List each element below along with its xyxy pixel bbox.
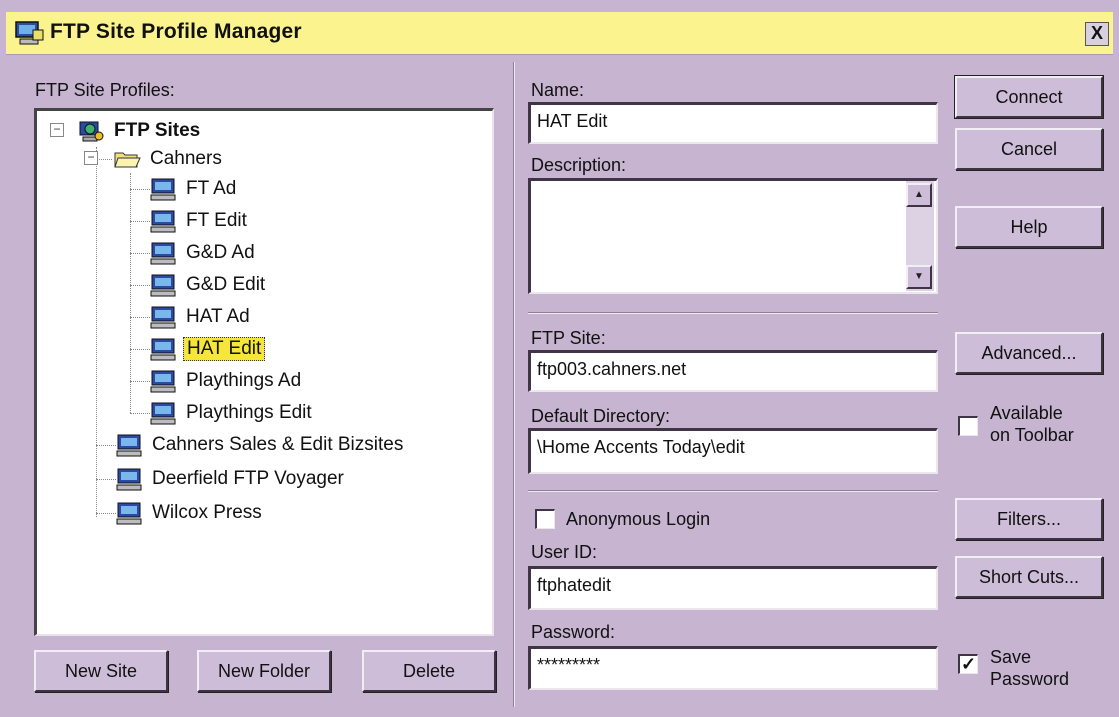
tree-item-cahners-sales[interactable]: Cahners Sales & Edit Bizsites [115,431,406,459]
separator [528,312,938,314]
computer-icon [150,306,176,329]
tree-connector [130,221,150,222]
tree-item-gd-edit[interactable]: G&D Edit [149,271,268,299]
tree-connector [130,413,150,414]
profiles-label: FTP Site Profiles: [35,80,175,100]
ftp-profile-manager-dialog: FTP Site Profile Manager X FTP Site Prof… [0,0,1119,717]
tree-connector [96,513,116,514]
tree-connector [130,317,150,318]
help-button[interactable]: Help [955,206,1103,248]
available-toolbar-label-line1: Available [990,403,1063,423]
available-toolbar-checkbox[interactable] [958,416,978,436]
tree-item-wilcox[interactable]: Wilcox Press [115,499,265,527]
collapse-toggle-cahners[interactable]: − [84,151,98,165]
save-password-checkbox[interactable]: ✓ [958,654,978,674]
delete-button[interactable]: Delete [362,650,496,692]
cancel-button[interactable]: Cancel [955,128,1103,170]
tree-item-hat-ad[interactable]: HAT Ad [149,303,253,331]
computer-icon [150,274,176,297]
userid-label: User ID: [531,542,598,562]
new-folder-button[interactable]: New Folder [197,650,331,692]
close-button[interactable]: X [1085,22,1109,46]
computer-icon [116,468,142,491]
tree-connector [96,445,116,446]
name-label: Name: [531,80,585,100]
computer-icon [116,434,142,457]
tree-item-playthings-edit[interactable]: Playthings Edit [149,399,315,427]
anonymous-login-label: Anonymous Login [566,509,711,529]
tree-connector [96,159,112,160]
computer-icon [150,402,176,425]
tree-connector [130,349,150,350]
userid-input[interactable]: ftphatedit [528,566,938,610]
scroll-up-icon[interactable]: ▲ [906,183,932,207]
tree-connector [96,147,97,517]
tree-connector [130,189,150,190]
title-bar[interactable]: FTP Site Profile Manager X [6,12,1113,55]
filters-button[interactable]: Filters... [955,498,1103,540]
save-password-label-line1: Save [990,647,1032,667]
password-label: Password: [531,622,616,642]
default-directory-label: Default Directory: [531,406,671,426]
scroll-down-icon[interactable]: ▼ [906,265,932,289]
computer-icon [150,178,176,201]
tree-connector [130,381,150,382]
window-title: FTP Site Profile Manager [50,20,302,43]
globe-computer-icon [79,121,104,142]
new-site-button[interactable]: New Site [34,650,168,692]
computer-icon [150,242,176,265]
separator [528,490,938,492]
tree-connector [130,173,131,413]
tree-item-ft-ad[interactable]: FT Ad [149,175,239,203]
tree-item-deerfield[interactable]: Deerfield FTP Voyager [115,465,347,493]
available-toolbar-label-line2: on Toolbar [990,425,1074,445]
password-input[interactable]: ********* [528,646,938,690]
tree-item-ftp-sites[interactable]: FTP Sites [77,117,203,145]
tree-item-playthings-ad[interactable]: Playthings Ad [149,367,304,395]
profiles-tree[interactable]: − − FTP Sites Cahners FT Ad FT Edit G&D … [34,108,494,636]
ftp-site-label: FTP Site: [531,328,606,348]
default-directory-input[interactable]: \Home Accents Today\edit [528,428,938,474]
computer-icon [116,502,142,525]
panel-divider [513,62,515,707]
ftp-site-input[interactable]: ftp003.cahners.net [528,350,938,392]
computer-icon [150,338,176,361]
tree-item-gd-ad[interactable]: G&D Ad [149,239,258,267]
name-input[interactable]: HAT Edit [528,102,938,144]
tree-item-ft-edit[interactable]: FT Edit [149,207,250,235]
tree-item-hat-edit[interactable]: HAT Edit [149,335,266,363]
folder-open-icon [114,152,141,168]
anonymous-login-checkbox[interactable] [535,509,555,529]
tree-connector [130,253,150,254]
description-textarea[interactable] [528,178,938,294]
computer-icon [150,370,176,393]
tree-connector [130,285,150,286]
tree-connector [96,479,116,480]
tree-item-cahners[interactable]: Cahners [113,145,225,173]
computer-icon [150,210,176,233]
save-password-label: Save Password [990,646,1069,690]
available-toolbar-label: Available on Toolbar [990,402,1074,446]
advanced-button[interactable]: Advanced... [955,332,1103,374]
description-scrollbar[interactable]: ▲ ▼ [906,181,934,291]
save-password-label-line2: Password [990,669,1070,689]
shortcuts-button[interactable]: Short Cuts... [955,556,1103,598]
description-label: Description: [531,155,627,175]
app-computer-icon [15,21,44,45]
collapse-toggle-ftp-sites[interactable]: − [50,123,64,137]
connect-button[interactable]: Connect [954,75,1104,119]
